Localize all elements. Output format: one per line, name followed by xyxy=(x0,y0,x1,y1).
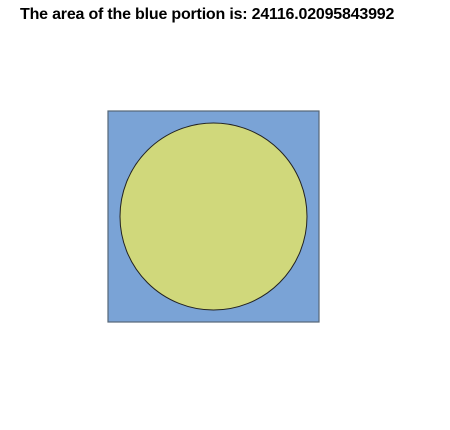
square-with-inscribed-circle-diagram xyxy=(107,110,320,323)
green-circle xyxy=(119,122,308,311)
